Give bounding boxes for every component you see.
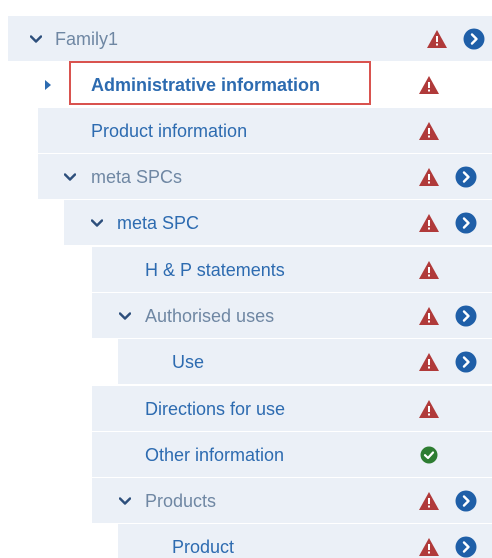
tree-item-label[interactable]: Product information: [91, 108, 247, 154]
warning-icon: [419, 353, 439, 371]
warning-icon: [427, 30, 447, 48]
warning-icon: [419, 168, 439, 186]
chevron-down-icon[interactable]: [30, 33, 42, 45]
check-circle-icon: [420, 446, 438, 464]
tree-row-family1[interactable]: Family1: [8, 15, 492, 61]
navigate-arrow-icon[interactable]: [455, 351, 477, 373]
warning-icon: [419, 76, 439, 94]
navigate-arrow-icon[interactable]: [463, 28, 485, 50]
tree-row-meta-spcs[interactable]: meta SPCs: [38, 153, 492, 199]
tree-item-label[interactable]: H & P statements: [145, 247, 285, 293]
tree-row-products[interactable]: Products: [92, 477, 492, 523]
chevron-down-icon[interactable]: [91, 217, 103, 229]
tree-item-label[interactable]: Products: [145, 478, 216, 524]
tree-item-label[interactable]: meta SPCs: [91, 154, 182, 200]
tree-row-administrative-information[interactable]: Administrative information: [38, 61, 492, 107]
navigation-tree: Family1 Administrative information Produ…: [0, 0, 492, 558]
tree-row-product-information[interactable]: Product information: [38, 107, 492, 153]
tree-row-use[interactable]: Use: [118, 338, 492, 384]
tree-item-label[interactable]: Administrative information: [91, 62, 320, 108]
chevron-down-icon[interactable]: [119, 310, 131, 322]
tree-row-h-p-statements[interactable]: H & P statements: [92, 246, 492, 292]
tree-row-other-information[interactable]: Other information: [92, 431, 492, 477]
tree-row-directions-for-use[interactable]: Directions for use: [92, 385, 492, 431]
tree-item-label[interactable]: meta SPC: [117, 200, 199, 246]
tree-item-label[interactable]: Family1: [55, 16, 118, 62]
tree-item-label[interactable]: Directions for use: [145, 386, 285, 432]
navigate-arrow-icon[interactable]: [455, 490, 477, 512]
navigate-arrow-icon[interactable]: [455, 536, 477, 558]
tree-item-label[interactable]: Use: [172, 339, 204, 385]
warning-icon: [419, 261, 439, 279]
tree-row-authorised-uses[interactable]: Authorised uses: [92, 292, 492, 338]
chevron-down-icon[interactable]: [64, 171, 76, 183]
warning-icon: [419, 122, 439, 140]
warning-icon: [419, 307, 439, 325]
warning-icon: [419, 214, 439, 232]
warning-icon: [419, 492, 439, 510]
navigate-arrow-icon[interactable]: [455, 305, 477, 327]
tree-item-label[interactable]: Other information: [145, 432, 284, 478]
navigate-arrow-icon[interactable]: [455, 212, 477, 234]
chevron-down-icon[interactable]: [119, 495, 131, 507]
caret-right-icon: [45, 80, 51, 90]
tree-item-label[interactable]: Product: [172, 524, 234, 558]
navigate-arrow-icon[interactable]: [455, 166, 477, 188]
tree-row-meta-spc[interactable]: meta SPC: [64, 199, 492, 245]
warning-icon: [419, 400, 439, 418]
warning-icon: [419, 538, 439, 556]
tree-row-product[interactable]: Product: [118, 523, 492, 558]
tree-item-label[interactable]: Authorised uses: [145, 293, 274, 339]
